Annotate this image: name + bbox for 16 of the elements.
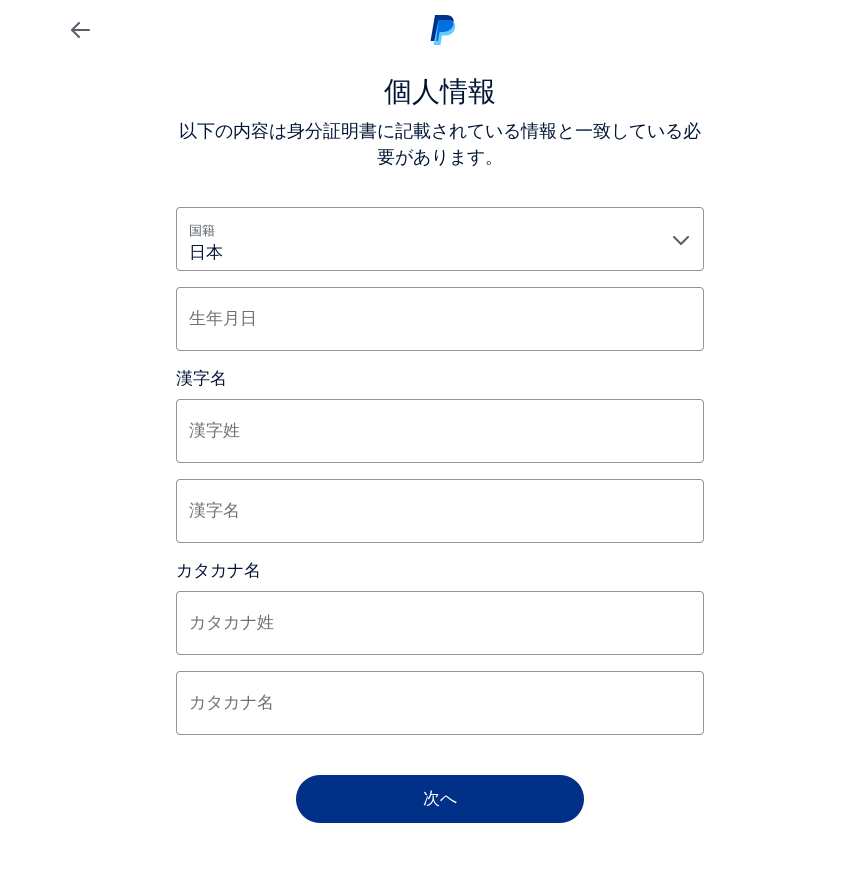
selected-value: 日本 <box>189 242 223 264</box>
text-field[interactable]: 漢字名 <box>176 479 704 543</box>
arrow-left-icon <box>70 22 90 38</box>
floating-label: 国籍 <box>189 222 215 238</box>
dropdown-field[interactable]: 国籍 日本 <box>176 207 704 271</box>
page-description: 以下の内容は身分証明書に記載されている情報と一致している必要があります。 <box>178 120 702 169</box>
text-field[interactable]: カタカナ姓 <box>176 591 704 655</box>
section-label: カタカナ名 <box>176 560 261 582</box>
page-title: 個人情報 <box>383 75 497 109</box>
chevron-down-icon <box>673 236 689 245</box>
section-label: 漢字名 <box>176 368 227 390</box>
text-field[interactable]: 漢字姓 <box>176 399 704 463</box>
text-field[interactable]: カタカナ名 <box>176 671 704 735</box>
text-field[interactable]: 生年月日 <box>176 287 704 351</box>
p-logo-icon <box>430 15 456 45</box>
next-button[interactable]: 次へ <box>296 775 584 823</box>
